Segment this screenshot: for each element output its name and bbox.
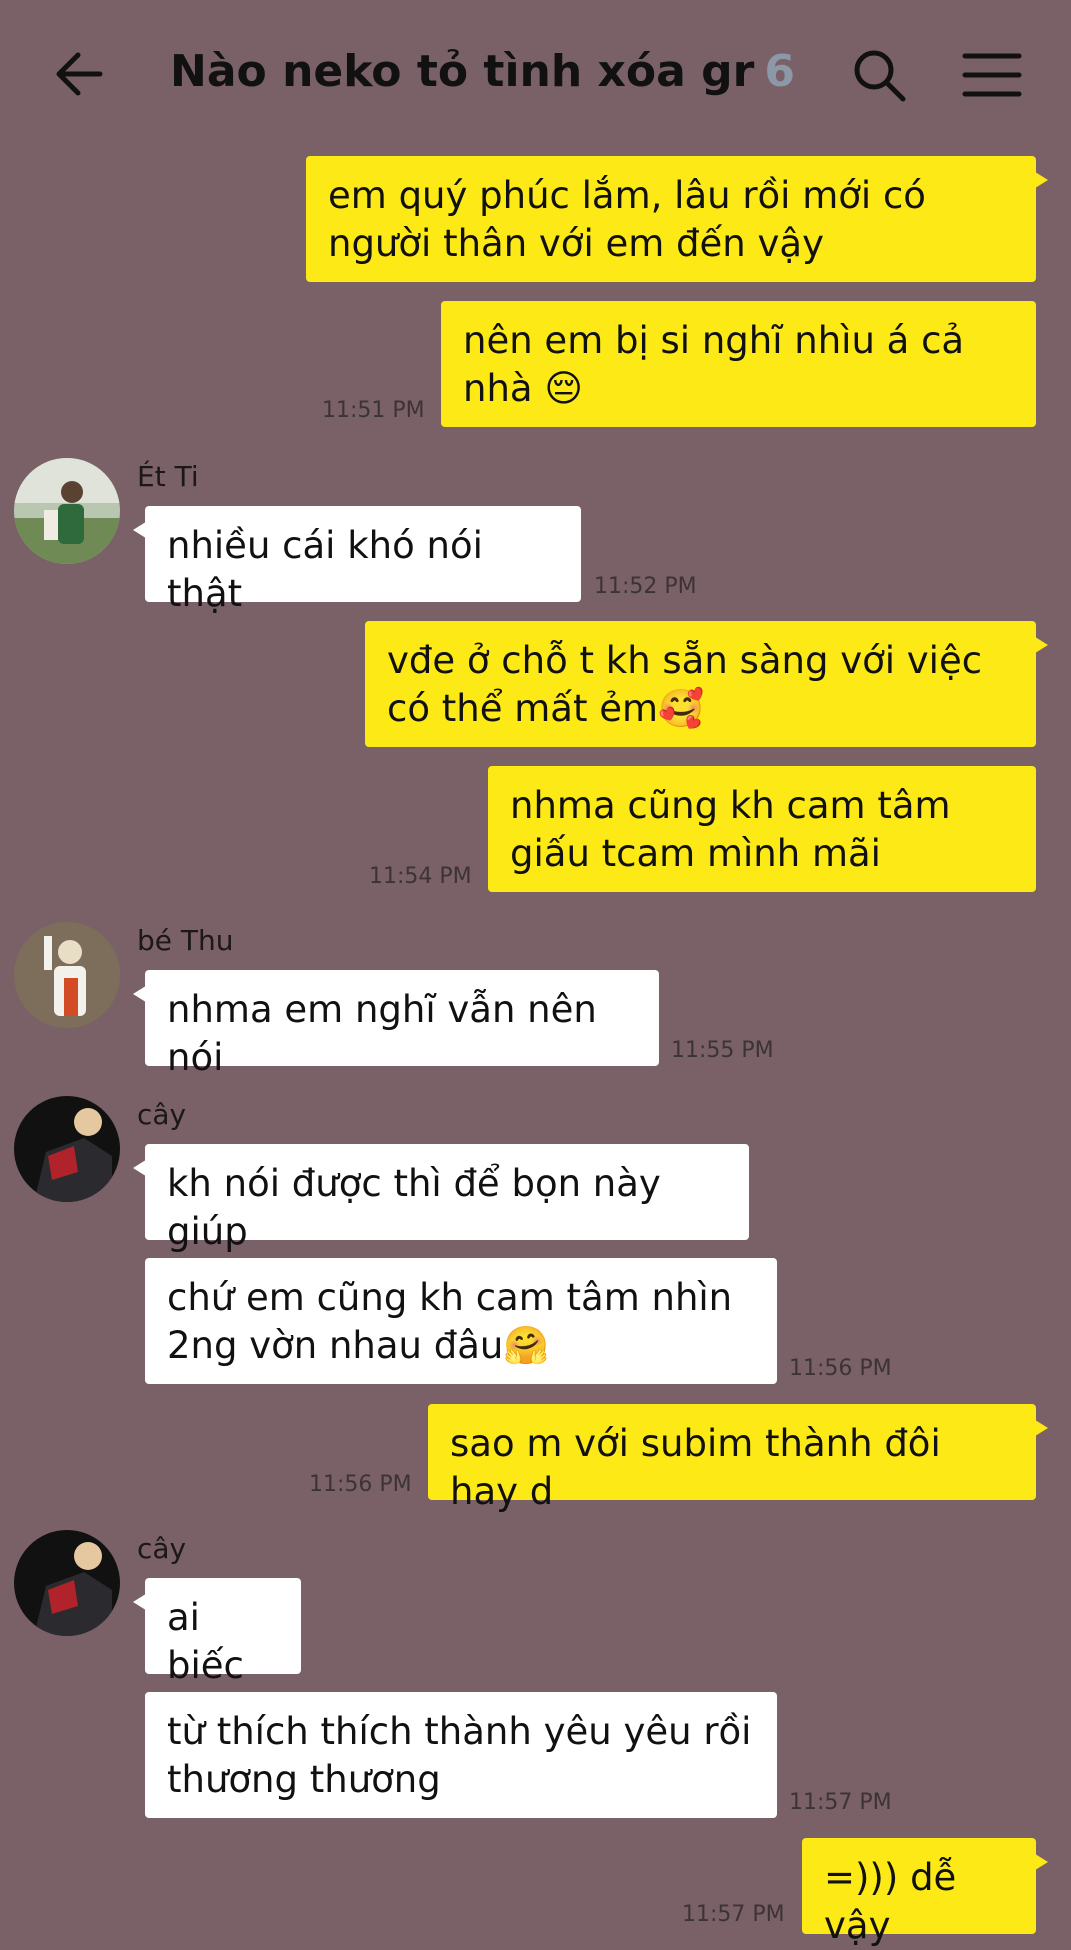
chat-title: Nào neko tỏ tình xóa gr 6 bbox=[170, 46, 795, 97]
sender-name: cây bbox=[137, 1098, 187, 1131]
sender-name: bé Thu bbox=[137, 924, 234, 957]
message-bubble-outgoing[interactable]: nên em bị si nghĩ nhìu á cả nhà 😔 bbox=[441, 301, 1036, 427]
member-count: 6 bbox=[764, 46, 795, 97]
message-bubble-incoming[interactable]: ai biếc bbox=[133, 1578, 301, 1687]
message-bubble-outgoing[interactable]: vđe ở chỗ t kh sẵn sàng với việc có thể … bbox=[365, 621, 1048, 747]
message-bubble-outgoing[interactable]: em quý phúc lắm, lâu rồi mới có người th… bbox=[306, 156, 1048, 282]
message-bubble-outgoing[interactable]: sao m với subim thành đôi hay d bbox=[428, 1404, 1048, 1513]
timestamp: 11:57 PM bbox=[789, 1790, 892, 1815]
avatar[interactable] bbox=[14, 458, 120, 564]
message-bubble-incoming[interactable]: kh nói được thì để bọn này giúp bbox=[133, 1144, 749, 1253]
message-bubble-outgoing[interactable]: nhma cũng kh cam tâm giấu tcam mình mãi bbox=[488, 766, 1036, 892]
chat-header: Nào neko tỏ tình xóa gr 6 bbox=[0, 0, 1071, 150]
sender-name: cây bbox=[137, 1532, 187, 1565]
hamburger-menu-icon[interactable] bbox=[962, 50, 1022, 100]
arrow-left-icon[interactable] bbox=[50, 44, 110, 104]
search-icon[interactable] bbox=[850, 46, 910, 106]
avatar[interactable] bbox=[14, 922, 120, 1028]
avatar[interactable] bbox=[14, 1530, 120, 1636]
sender-name: Ét Ti bbox=[137, 460, 199, 493]
message-bubble-incoming[interactable]: từ thích thích thành yêu yêu rồi thương … bbox=[145, 1692, 777, 1818]
group-name: Nào neko tỏ tình xóa gr bbox=[170, 46, 755, 97]
timestamp: 11:55 PM bbox=[671, 1038, 774, 1063]
message-bubble-incoming[interactable]: chứ em cũng kh cam tâm nhìn 2ng vờn nhau… bbox=[145, 1258, 777, 1384]
timestamp: 11:51 PM bbox=[322, 398, 425, 423]
avatar[interactable] bbox=[14, 1096, 120, 1202]
timestamp: 11:54 PM bbox=[369, 864, 472, 889]
timestamp: 11:56 PM bbox=[789, 1356, 892, 1381]
message-bubble-incoming[interactable]: nhma em nghĩ vẫn nên nói bbox=[133, 970, 659, 1079]
message-bubble-incoming[interactable]: nhiều cái khó nói thật bbox=[133, 506, 581, 615]
timestamp: 11:57 PM bbox=[682, 1902, 785, 1927]
timestamp: 11:52 PM bbox=[594, 574, 697, 599]
timestamp: 11:56 PM bbox=[309, 1472, 412, 1497]
